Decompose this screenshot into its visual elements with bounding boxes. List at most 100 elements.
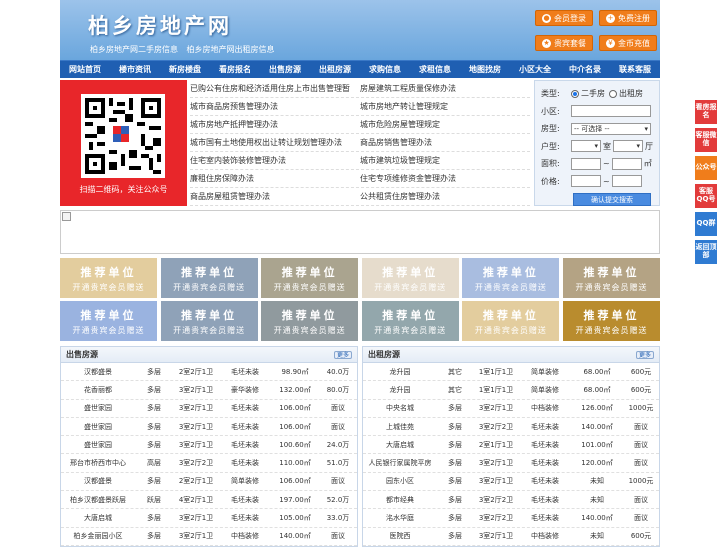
login-button[interactable]: ● 会员登录 <box>535 10 593 26</box>
table-row[interactable]: 洺水华庭 多层 3室2厅2卫 毛坯未装 140.00㎡ 面议 <box>363 509 659 528</box>
side-qq-group[interactable]: QQ群 <box>695 212 717 236</box>
register-button[interactable]: + 免费注册 <box>599 10 657 26</box>
ad-slot[interactable]: 推荐单位 开通贵宾会员赠送 <box>361 301 459 341</box>
nav-customer-service[interactable]: 联系客服 <box>610 61 660 78</box>
cell-community[interactable]: 大唐启城 <box>363 440 437 450</box>
radio-secondhand[interactable]: 二手房 <box>571 88 605 99</box>
ad-slot[interactable]: 推荐单位 开通贵宾会员赠送 <box>261 258 359 298</box>
table-row[interactable]: 盛世家园 多层 3室2厅1卫 毛坯未装 106.00㎡ 面议 <box>61 400 357 418</box>
cell-community[interactable]: 邢台市桥西市中心 <box>61 458 135 468</box>
table-row[interactable]: 邢台市桥西市中心 高层 3室2厅2卫 毛坯未装 110.00㎡ 51.0万 <box>61 454 357 473</box>
policy-link[interactable]: 城市房地产转让管理规定 <box>360 101 530 112</box>
table-row[interactable]: 汉都盛景 多层 2室2厅1卫 简单装修 106.00㎡ 面议 <box>61 473 357 492</box>
ad-slot[interactable]: 推荐单位 开通贵宾会员赠送 <box>462 258 560 298</box>
table-row[interactable]: 柏乡金丽园小区 多层 3室2厅1卫 中档装修 140.00㎡ 面议 <box>61 528 357 546</box>
vip-package-button[interactable]: ★ 贵宾套餐 <box>535 35 593 51</box>
cell-community[interactable]: 都市经典 <box>363 495 437 505</box>
cell-community[interactable]: 花香丽都 <box>61 385 135 395</box>
ad-slot[interactable]: 推荐单位 开通贵宾会员赠送 <box>160 258 258 298</box>
policy-link[interactable]: 房屋建筑工程质量保修办法 <box>360 83 530 94</box>
table-row[interactable]: 汉都盛景 多层 2室2厅1卫 毛坯未装 98.90㎡ 40.0万 <box>61 363 357 382</box>
house-type-select[interactable]: -- 可选择 -- ▾ <box>571 122 651 135</box>
policy-link[interactable]: 城市房地产抵押管理办法 <box>190 119 360 130</box>
policy-link[interactable]: 商品房屋租赁管理办法 <box>190 191 360 202</box>
cell-community[interactable]: 大唐启城 <box>61 513 135 523</box>
room-select[interactable]: ▾ <box>571 140 601 153</box>
hall-select[interactable]: ▾ <box>613 140 643 153</box>
cell-community[interactable]: 园东小区 <box>363 476 437 486</box>
table-row[interactable]: 盛世家园 多层 3室2厅1卫 毛坯未装 106.00㎡ 面议 <box>61 418 357 437</box>
table-row[interactable]: 人民银行家属院平房 多层 3室2厅1卫 毛坯未装 120.00㎡ 面议 <box>363 454 659 473</box>
cell-community[interactable]: 汉都盛景 <box>61 476 135 486</box>
side-back-to-top[interactable]: 返回顶部 <box>695 240 717 264</box>
nav-new-homes[interactable]: 新房楼盘 <box>160 61 210 78</box>
table-row[interactable]: 园东小区 多层 3室2厅1卫 毛坯未装 未知 1000元 <box>363 473 659 492</box>
nav-for-rent[interactable]: 出租房源 <box>310 61 360 78</box>
ad-slot[interactable]: 推荐单位 开通贵宾会员赠送 <box>562 258 660 298</box>
table-row[interactable]: 医院西 多层 3室2厅1卫 中档装修 未知 600元 <box>363 528 659 546</box>
cell-community[interactable]: 龙升园 <box>363 367 437 377</box>
table-row[interactable]: 柏乡汉都盛景跃层 跃层 4室2厅1卫 毛坯未装 197.00㎡ 52.0万 <box>61 491 357 510</box>
nav-communities[interactable]: 小区大全 <box>510 61 560 78</box>
cell-community[interactable]: 中央名城 <box>363 403 437 413</box>
sale-more-button[interactable]: 更多 <box>334 350 352 359</box>
table-row[interactable]: 花香丽都 多层 3室2厅1卫 豪华装修 132.00㎡ 80.0万 <box>61 381 357 400</box>
table-row[interactable]: 都市经典 多层 3室2厅2卫 毛坯未装 未知 面议 <box>363 491 659 510</box>
price-max-input[interactable] <box>611 175 642 188</box>
nav-want-rent[interactable]: 求租信息 <box>410 61 460 78</box>
cell-community[interactable]: 人民银行家属院平房 <box>363 458 437 468</box>
policy-link[interactable]: 已购公有住房和经济适用住房上市出售管理暂 <box>190 83 360 94</box>
banner-image[interactable] <box>60 210 660 254</box>
table-row[interactable]: 大唐启城 多层 2室1厅1卫 毛坯未装 101.00㎡ 面议 <box>363 436 659 455</box>
table-row[interactable]: 上城佳苑 多层 3室2厅2卫 毛坯未装 140.00㎡ 面议 <box>363 418 659 437</box>
policy-link[interactable]: 公共租赁住房管理办法 <box>360 191 530 202</box>
nav-want-buy[interactable]: 求购信息 <box>360 61 410 78</box>
policy-link[interactable]: 城市建筑垃圾管理规定 <box>360 155 530 166</box>
cell-community[interactable]: 盛世家园 <box>61 403 135 413</box>
search-submit-button[interactable]: 确认提交搜索 <box>573 193 651 206</box>
cell-community[interactable]: 汉都盛景 <box>61 367 135 377</box>
radio-rental[interactable]: 出租房 <box>609 88 643 99</box>
ad-slot[interactable]: 推荐单位 开通贵宾会员赠送 <box>562 301 660 341</box>
nav-home[interactable]: 网站首页 <box>60 61 110 78</box>
policy-link[interactable]: 住宅室内装饰装修管理办法 <box>190 155 360 166</box>
ad-slot[interactable]: 推荐单位 开通贵宾会员赠送 <box>462 301 560 341</box>
cell-community[interactable]: 上城佳苑 <box>363 422 437 432</box>
table-row[interactable]: 龙升园 其它 1室1厅1卫 简单装修 68.00㎡ 600元 <box>363 381 659 400</box>
nav-news[interactable]: 楼市资讯 <box>110 61 160 78</box>
table-row[interactable]: 龙升园 其它 1室1厅1卫 简单装修 68.00㎡ 600元 <box>363 363 659 382</box>
side-qq-service[interactable]: 客服QQ号 <box>695 184 717 208</box>
area-min-input[interactable] <box>571 157 601 170</box>
cell-community[interactable]: 柏乡汉都盛景跃层 <box>61 495 135 505</box>
side-viewing-signup[interactable]: 看房报名 <box>695 100 717 124</box>
site-logo[interactable]: 柏乡房地产网 <box>88 10 232 40</box>
ad-slot[interactable]: 推荐单位 开通贵宾会员赠送 <box>261 301 359 341</box>
nav-map-search[interactable]: 地图找房 <box>460 61 510 78</box>
cell-community[interactable]: 盛世家园 <box>61 440 135 450</box>
policy-link[interactable]: 商品房销售管理办法 <box>360 137 530 148</box>
policy-link[interactable]: 城市危险房屋管理规定 <box>360 119 530 130</box>
policy-link[interactable]: 住宅专项维修资金管理办法 <box>360 173 530 184</box>
price-min-input[interactable] <box>571 175 601 188</box>
nav-viewing-signup[interactable]: 看房报名 <box>210 61 260 78</box>
cell-community[interactable]: 盛世家园 <box>61 422 135 432</box>
table-row[interactable]: 中央名城 多层 3室2厅1卫 中档装修 126.00㎡ 1000元 <box>363 400 659 418</box>
table-row[interactable]: 盛世家园 多层 3室2厅1卫 毛坯未装 100.60㎡ 24.0万 <box>61 436 357 455</box>
community-input[interactable] <box>571 105 651 118</box>
policy-link[interactable]: 城市商品房预售管理办法 <box>190 101 360 112</box>
cell-community[interactable]: 龙升园 <box>363 385 437 395</box>
area-max-input[interactable] <box>611 157 642 170</box>
ad-slot[interactable]: 推荐单位 开通贵宾会员赠送 <box>361 258 459 298</box>
ad-slot[interactable]: 推荐单位 开通贵宾会员赠送 <box>60 258 157 298</box>
policy-link[interactable]: 城市国有土地使用权出让转让规划管理办法 <box>190 137 360 148</box>
nav-agencies[interactable]: 中介名录 <box>560 61 610 78</box>
rent-more-button[interactable]: 更多 <box>636 350 654 359</box>
side-wechat-service[interactable]: 客服微信 <box>695 128 717 152</box>
side-official-account[interactable]: 公众号 <box>695 156 717 180</box>
recharge-button[interactable]: ¥ 金币充值 <box>599 35 657 51</box>
table-row[interactable]: 大唐启城 多层 3室2厅1卫 毛坯未装 105.00㎡ 33.0万 <box>61 509 357 528</box>
ad-slot[interactable]: 推荐单位 开通贵宾会员赠送 <box>160 301 258 341</box>
nav-for-sale[interactable]: 出售房源 <box>260 61 310 78</box>
policy-link[interactable]: 廉租住房保障办法 <box>190 173 360 184</box>
cell-community[interactable]: 洺水华庭 <box>363 513 437 523</box>
